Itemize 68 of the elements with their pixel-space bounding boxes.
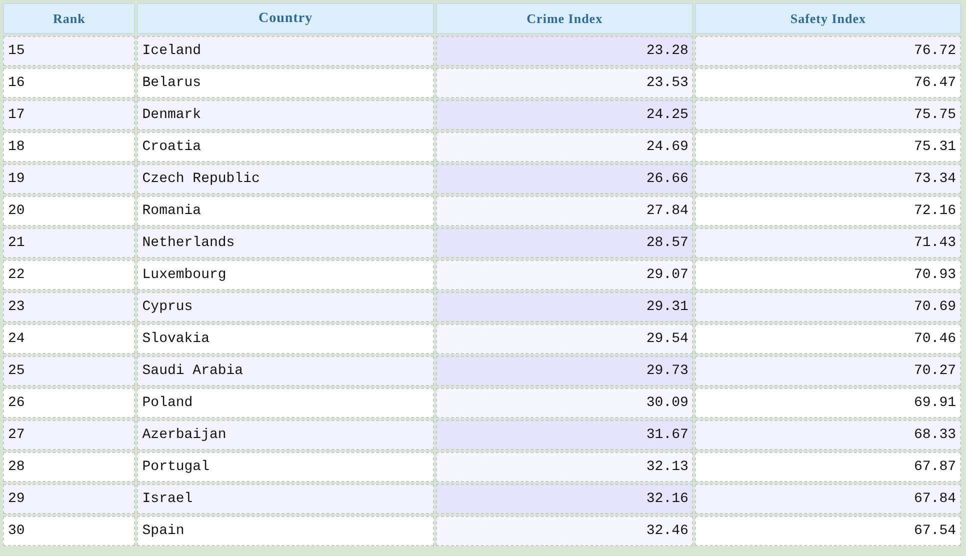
table-cell: 67.54	[695, 516, 961, 546]
table-cell: 70.93	[695, 260, 961, 290]
table-cell: 26.66	[436, 164, 694, 194]
table-cell: 29	[3, 484, 136, 514]
table-cell: 73.34	[695, 164, 961, 194]
table-cell: 32.13	[436, 452, 694, 482]
table-cell: 24.25	[436, 100, 694, 130]
table-cell: 70.69	[695, 292, 961, 322]
column-header[interactable]: Crime Index	[436, 3, 694, 34]
table-cell: 23.28	[436, 36, 694, 66]
table-cell: 24	[3, 324, 136, 354]
table-cell: 75.31	[695, 132, 961, 162]
table-cell: 23.53	[436, 68, 694, 98]
table-cell: 67.87	[695, 452, 961, 482]
column-header[interactable]: Country	[137, 3, 434, 34]
table-cell: Denmark	[137, 100, 434, 130]
table-cell: 68.33	[695, 420, 961, 450]
table-cell: 21	[3, 228, 136, 258]
table-cell: Portugal	[137, 452, 434, 482]
table-cell: 71.43	[695, 228, 961, 258]
table-cell: 16	[3, 68, 136, 98]
table-cell: 28	[3, 452, 136, 482]
table-cell: 20	[3, 196, 136, 226]
table-cell: 29.54	[436, 324, 694, 354]
table-cell: Croatia	[137, 132, 434, 162]
table-cell: 25	[3, 356, 136, 386]
table-cell: 67.84	[695, 484, 961, 514]
table-cell: 27.84	[436, 196, 694, 226]
table-cell: Israel	[137, 484, 434, 514]
table-cell: 32.46	[436, 516, 694, 546]
table-cell: 27	[3, 420, 136, 450]
table-cell: 75.75	[695, 100, 961, 130]
table-cell: 18	[3, 132, 136, 162]
table-cell: 29.73	[436, 356, 694, 386]
table-cell: 32.16	[436, 484, 694, 514]
table-cell: 29.31	[436, 292, 694, 322]
table-cell: 28.57	[436, 228, 694, 258]
table-cell: Netherlands	[137, 228, 434, 258]
table-cell: 72.16	[695, 196, 961, 226]
table-cell: 24.69	[436, 132, 694, 162]
table-cell: 30.09	[436, 388, 694, 418]
table-cell: 19	[3, 164, 136, 194]
column-header[interactable]: Safety Index	[695, 3, 961, 34]
table-cell: 69.91	[695, 388, 961, 418]
table-cell: Czech Republic	[137, 164, 434, 194]
table-cell: Cyprus	[137, 292, 434, 322]
table-cell: Belarus	[137, 68, 434, 98]
table-cell: 31.67	[436, 420, 694, 450]
table-cell: 23	[3, 292, 136, 322]
table-cell: 29.07	[436, 260, 694, 290]
column-header[interactable]: Rank	[3, 3, 136, 34]
table-cell: 70.46	[695, 324, 961, 354]
table-cell: 76.47	[695, 68, 961, 98]
table-cell: 76.72	[695, 36, 961, 66]
table-cell: Slovakia	[137, 324, 434, 354]
table-cell: Poland	[137, 388, 434, 418]
table-cell: Azerbaijan	[137, 420, 434, 450]
table-cell: 70.27	[695, 356, 961, 386]
table-cell: 15	[3, 36, 136, 66]
table-cell: 22	[3, 260, 136, 290]
table-cell: 30	[3, 516, 136, 546]
table-cell: Spain	[137, 516, 434, 546]
table-cell: Saudi Arabia	[137, 356, 434, 386]
table-cell: Luxembourg	[137, 260, 434, 290]
table-cell: Romania	[137, 196, 434, 226]
table-cell: 17	[3, 100, 136, 130]
table-cell: Iceland	[137, 36, 434, 66]
table-cell: 26	[3, 388, 136, 418]
